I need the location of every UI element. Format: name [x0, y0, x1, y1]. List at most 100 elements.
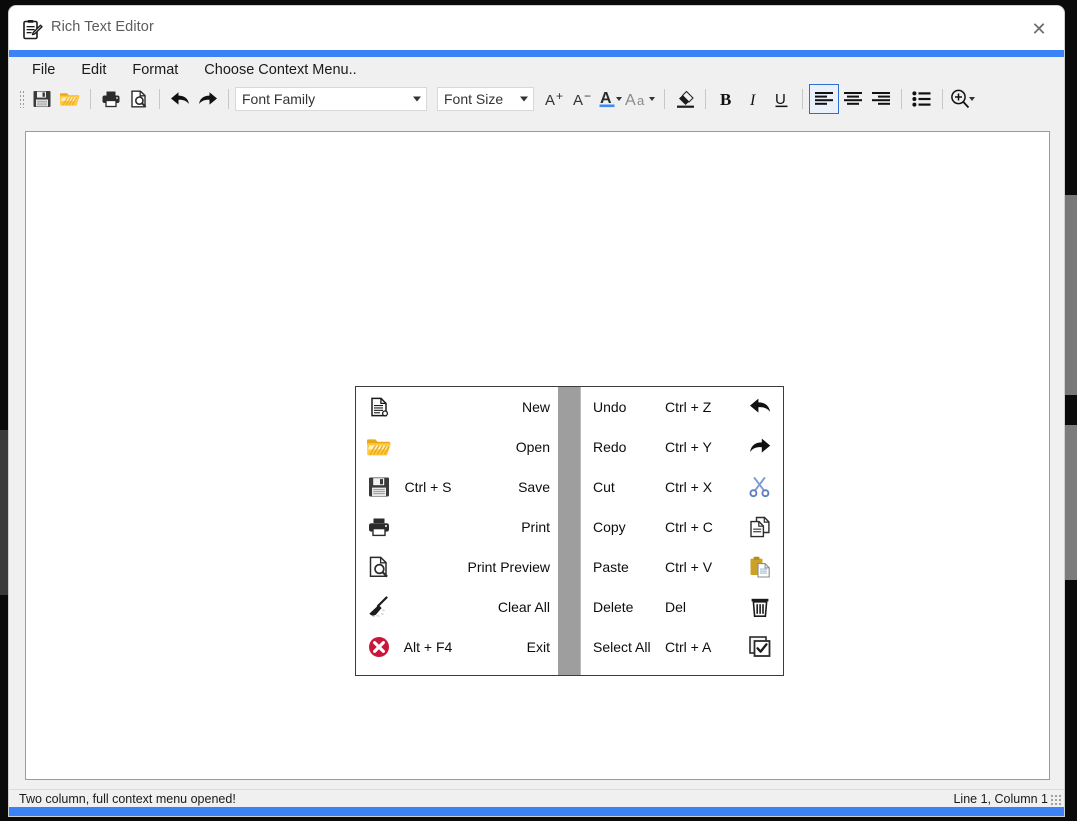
- align-right-button[interactable]: [867, 85, 895, 113]
- zoom-button[interactable]: [949, 88, 978, 110]
- broom-clear-icon: [366, 594, 392, 620]
- toolbar-separator: [90, 89, 91, 109]
- context-menu-item-delete[interactable]: Delete Del: [581, 587, 783, 627]
- svg-text:A: A: [600, 90, 612, 107]
- increase-font-size-button[interactable]: A +: [542, 85, 570, 113]
- context-menu-label: Cut: [593, 479, 615, 495]
- chevron-down-icon[interactable]: [616, 97, 622, 101]
- clear-formatting-button[interactable]: [671, 85, 699, 113]
- toolbar-separator: [664, 89, 665, 109]
- undo-button[interactable]: [166, 85, 194, 113]
- toolbar: Font Family Font Size A + A − A A a B I …: [9, 83, 1064, 115]
- toolbar-separator: [705, 89, 706, 109]
- open-folder-icon: [366, 434, 392, 460]
- context-menu-item-open[interactable]: Open: [356, 427, 558, 467]
- menu-item-format[interactable]: Format: [119, 60, 191, 81]
- undo-arrow-icon: [169, 90, 191, 108]
- context-menu-shortcut: Ctrl + V: [665, 559, 713, 575]
- toolbar-separator: [901, 89, 902, 109]
- resize-grip-icon[interactable]: [1050, 794, 1061, 805]
- underline-button[interactable]: U: [768, 85, 796, 113]
- font-color-button[interactable]: A: [598, 88, 625, 110]
- menu-item-edit[interactable]: Edit: [68, 60, 119, 81]
- context-menu-item-print[interactable]: Print: [356, 507, 558, 547]
- font-size-combo[interactable]: Font Size: [437, 87, 534, 111]
- context-menu-item-exit[interactable]: Alt + F4 Exit: [356, 627, 558, 667]
- eraser-icon: [674, 89, 696, 109]
- context-menu-label: New: [521, 399, 550, 415]
- print-preview-button[interactable]: [125, 85, 153, 113]
- italic-button[interactable]: I: [740, 85, 768, 113]
- change-case-button[interactable]: A a: [625, 89, 658, 109]
- align-right-icon: [871, 91, 891, 107]
- editor-area: New Open Ctrl + S Save Print Print Previ…: [9, 115, 1064, 790]
- context-menu: New Open Ctrl + S Save Print Print Previ…: [355, 386, 784, 676]
- context-menu-item-undo[interactable]: Undo Ctrl + Z: [581, 387, 783, 427]
- context-menu-shortcut: Ctrl + S: [404, 479, 452, 495]
- context-menu-shortcut: Del: [665, 599, 687, 615]
- context-menu-label: Undo: [593, 399, 627, 415]
- toolbar-grip[interactable]: [19, 90, 24, 108]
- context-menu-label: Print Preview: [467, 559, 550, 575]
- close-icon[interactable]: ✕: [1024, 16, 1054, 42]
- context-menu-label: Redo: [593, 439, 627, 455]
- context-menu-item-paste[interactable]: Paste Ctrl + V: [581, 547, 783, 587]
- trash-can-icon: [747, 594, 773, 620]
- redo-arrow-icon: [197, 90, 219, 108]
- printer-icon: [101, 89, 121, 109]
- a-minus-icon: A −: [573, 89, 595, 109]
- zoom-in-magnifier-icon: [949, 88, 971, 110]
- chevron-down-icon[interactable]: [520, 96, 528, 102]
- print-preview-icon: [129, 89, 149, 109]
- context-menu-item-print-preview[interactable]: Print Preview: [356, 547, 558, 587]
- menu-item-choose-context-menu[interactable]: Choose Context Menu..: [191, 60, 369, 81]
- align-left-button[interactable]: [809, 84, 839, 114]
- undo-arrow-icon: [747, 394, 773, 420]
- decrease-font-size-button[interactable]: A −: [570, 85, 598, 113]
- align-center-button[interactable]: [839, 85, 867, 113]
- chevron-down-icon[interactable]: [969, 97, 975, 101]
- context-menu-label: Clear All: [497, 599, 550, 615]
- open-folder-icon: [59, 89, 81, 109]
- floppy-disk-icon: [32, 89, 52, 109]
- bold-b-icon: B: [718, 89, 734, 109]
- context-menu-item-save[interactable]: Ctrl + S Save: [356, 467, 558, 507]
- svg-text:−: −: [584, 89, 591, 103]
- font-family-combo[interactable]: Font Family: [235, 87, 427, 111]
- save-button[interactable]: [28, 85, 56, 113]
- bullet-list-button[interactable]: [908, 85, 936, 113]
- context-menu-item-redo[interactable]: Redo Ctrl + Y: [581, 427, 783, 467]
- svg-text:+: +: [556, 89, 563, 103]
- redo-arrow-icon: [747, 434, 773, 460]
- chevron-down-icon[interactable]: [649, 97, 655, 101]
- context-menu-right-column: Undo Ctrl + Z Redo Ctrl + Y Cut Ctrl + X…: [581, 387, 783, 675]
- context-menu-shortcut: Ctrl + X: [665, 479, 713, 495]
- printer-icon: [366, 514, 392, 540]
- context-menu-shortcut: Ctrl + C: [665, 519, 713, 535]
- context-menu-item-select-all[interactable]: Select All Ctrl + A: [581, 627, 783, 667]
- context-menu-item-copy[interactable]: Copy Ctrl + C: [581, 507, 783, 547]
- context-menu-shortcut: Alt + F4: [403, 639, 453, 655]
- menu-item-file[interactable]: File: [23, 60, 68, 81]
- floppy-disk-icon: [366, 474, 392, 500]
- copy-pages-icon: [747, 514, 773, 540]
- redo-button[interactable]: [194, 85, 222, 113]
- context-menu-item-clear-all[interactable]: Clear All: [356, 587, 558, 627]
- toolbar-separator: [159, 89, 160, 109]
- context-menu-shortcut: Ctrl + A: [665, 639, 712, 655]
- title-bar: Rich Text Editor ✕: [9, 6, 1064, 50]
- svg-text:I: I: [749, 92, 756, 109]
- open-button[interactable]: [56, 85, 84, 113]
- context-menu-label: Print: [521, 519, 550, 535]
- change-case-aa-icon: A a: [625, 89, 651, 109]
- context-menu-label: Exit: [526, 639, 550, 655]
- svg-text:a: a: [637, 93, 645, 108]
- context-menu-item-cut[interactable]: Cut Ctrl + X: [581, 467, 783, 507]
- underline-u-icon: U: [773, 89, 791, 109]
- a-plus-icon: A +: [545, 89, 567, 109]
- caret-position: Line 1, Column 1: [953, 791, 1048, 806]
- bold-button[interactable]: B: [712, 85, 740, 113]
- chevron-down-icon[interactable]: [413, 96, 421, 102]
- print-button[interactable]: [97, 85, 125, 113]
- context-menu-item-new[interactable]: New: [356, 387, 558, 427]
